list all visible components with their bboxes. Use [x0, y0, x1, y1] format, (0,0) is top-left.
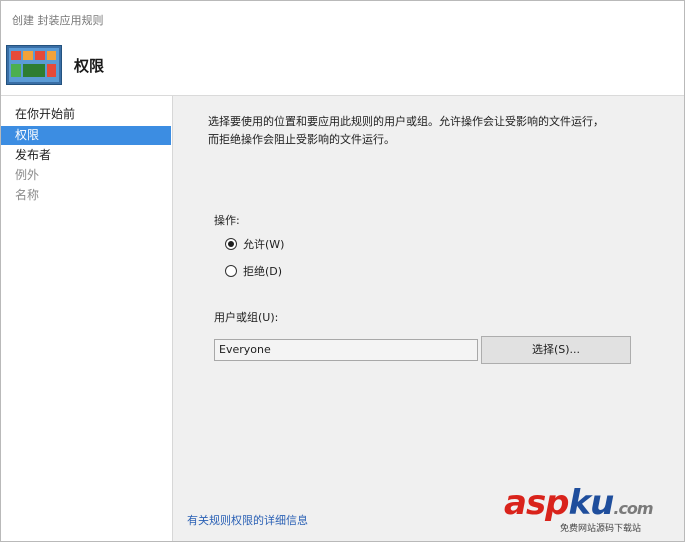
- watermark-brand: aspku.com: [504, 483, 654, 523]
- radio-checked-icon[interactable]: [225, 238, 237, 250]
- window-title: 创建 封装应用规则: [12, 14, 104, 27]
- more-info-link[interactable]: 有关规则权限的详细信息: [187, 512, 308, 528]
- description: 选择要使用的位置和要应用此规则的用户或组。允许操作会让受影响的文件运行， 而拒绝…: [208, 113, 658, 149]
- content-pane: 选择要使用的位置和要应用此规则的用户或组。允许操作会让受影响的文件运行， 而拒绝…: [173, 96, 684, 541]
- title-bar: 创建 封装应用规则: [1, 1, 684, 35]
- page-header: 权限: [1, 35, 684, 96]
- deny-radio[interactable]: 拒绝(D): [225, 263, 282, 279]
- nav-item-permissions[interactable]: 权限: [1, 126, 171, 145]
- dialog-window: 创建 封装应用规则 权限 在你开始前 权限 发布者 例外 名称 选择要使用的位置…: [0, 0, 685, 542]
- nav-item-publisher[interactable]: 发布者: [1, 146, 171, 165]
- nav-item-name: 名称: [15, 188, 40, 202]
- description-line-2: 而拒绝操作会阻止受影响的文件运行。: [208, 133, 395, 146]
- package-app-rule-icon: [6, 45, 62, 85]
- nav-item-exceptions: 例外: [15, 168, 40, 182]
- watermark-tagline: 免费网站源码下载站: [560, 524, 642, 534]
- wizard-step-nav: 在你开始前 权限 发布者 例外 名称: [1, 96, 173, 541]
- user-group-label: 用户或组(U):: [214, 311, 279, 324]
- allow-radio-label[interactable]: 允许(W): [243, 236, 284, 252]
- description-line-1: 选择要使用的位置和要应用此规则的用户或组。允许操作会让受影响的文件运行，: [208, 115, 604, 128]
- select-user-button[interactable]: 选择(S)...: [481, 336, 631, 364]
- page-title: 权限: [74, 57, 105, 75]
- user-group-field[interactable]: Everyone: [214, 339, 478, 361]
- deny-radio-label[interactable]: 拒绝(D): [243, 263, 282, 279]
- allow-radio[interactable]: 允许(W): [225, 236, 284, 252]
- action-label: 操作:: [214, 214, 240, 227]
- nav-item-before-you-begin[interactable]: 在你开始前: [1, 105, 171, 124]
- radio-unchecked-icon[interactable]: [225, 265, 237, 277]
- watermark-logo: aspku.com 免费网站源码下载站: [504, 483, 674, 535]
